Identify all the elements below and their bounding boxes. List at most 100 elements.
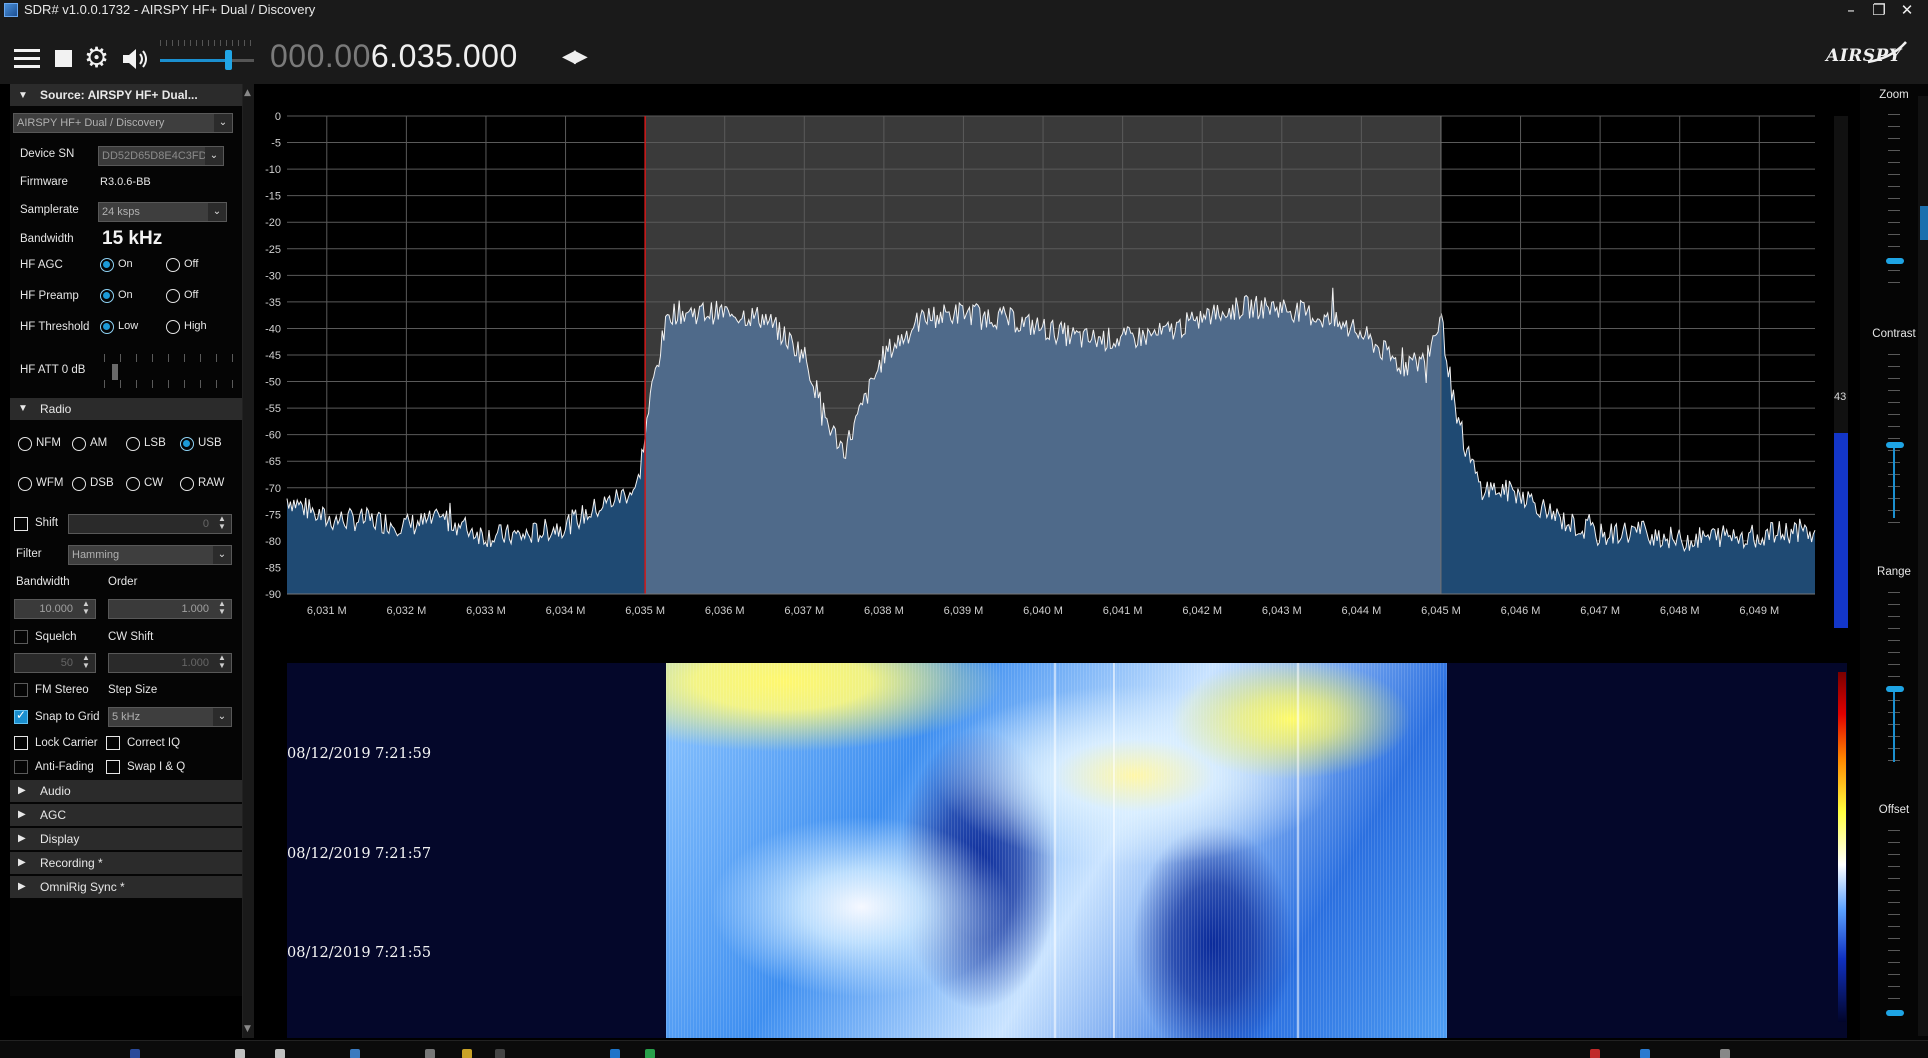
filter-select[interactable]: Hamming ⌄	[68, 545, 232, 565]
tuning-arrows-icon[interactable]: ◀▶	[562, 46, 588, 67]
cw-shift-input[interactable]: 1.000 ▲ ▼	[108, 653, 232, 673]
display-section-header[interactable]: ▶ Display	[10, 828, 243, 850]
taskbar-app-icon[interactable]	[495, 1049, 505, 1058]
hf-agc-on-radio[interactable]	[100, 258, 114, 272]
mode-lsb-label: LSB	[144, 437, 166, 449]
taskbar-app-icon[interactable]	[462, 1049, 472, 1058]
stop-icon[interactable]	[55, 50, 72, 67]
x-tick-label: 6,047 M	[1580, 605, 1620, 617]
radio-section-header[interactable]: ▼ Radio	[10, 398, 243, 420]
spinner-arrows-icon[interactable]: ▲ ▼	[215, 654, 229, 672]
squelch-input[interactable]: 50 ▲ ▼	[14, 653, 96, 673]
audio-section-header[interactable]: ▶ Audio	[10, 780, 243, 802]
taskbar-app-icon[interactable]	[235, 1049, 245, 1058]
speaker-icon[interactable]	[121, 46, 151, 76]
taskbar-app-icon[interactable]	[645, 1049, 655, 1058]
step-size-label: Step Size	[108, 684, 158, 696]
offset-slider[interactable]	[1886, 830, 1904, 1020]
right-scrollbar[interactable]	[1918, 96, 1928, 1036]
range-knob[interactable]	[1886, 686, 1904, 692]
spinner-arrows-icon[interactable]: ▲ ▼	[79, 654, 93, 672]
mode-lsb-radio[interactable]	[126, 437, 140, 451]
app-icon	[4, 3, 18, 17]
frequency-leading-digits[interactable]: 000.00	[270, 38, 371, 74]
recording-section-header[interactable]: ▶ Recording *	[10, 852, 243, 874]
y-tick-label: -5	[271, 138, 281, 150]
mode-nfm-radio[interactable]	[18, 437, 32, 451]
waterfall-display[interactable]: 08/12/2019 7:21:59 08/12/2019 7:21:57 08…	[257, 660, 1859, 1040]
x-tick-label: 6,044 M	[1342, 605, 1382, 617]
frequency-value[interactable]: 6.035.000	[371, 38, 518, 74]
hf-agc-off-radio[interactable]	[166, 258, 180, 272]
spinner-arrows-icon[interactable]: ▲ ▼	[79, 600, 93, 618]
shift-checkbox[interactable]	[14, 517, 28, 531]
omnirig-section-header[interactable]: ▶ OmniRig Sync *	[10, 876, 243, 898]
hf-threshold-high-radio[interactable]	[166, 320, 180, 334]
step-size-select[interactable]: 5 kHz ⌄	[108, 707, 232, 727]
fm-stereo-checkbox[interactable]	[14, 683, 28, 697]
volume-thumb[interactable]	[224, 50, 232, 70]
hf-att-slider[interactable]	[104, 354, 234, 388]
spectrum-plot[interactable]: 0 -5 -10 -15 -20 -25 -30 -35 -40 -45 -50 -55 -60 -65 -…	[257, 84, 1859, 657]
correct-iq-checkbox[interactable]	[106, 736, 120, 750]
hf-preamp-off-radio[interactable]	[166, 289, 180, 303]
device-sn-value: DD52D65D8E4C3FD	[102, 150, 207, 162]
mode-wfm-radio[interactable]	[18, 477, 32, 491]
mode-raw-radio[interactable]	[180, 477, 194, 491]
swap-iq-checkbox[interactable]	[106, 760, 120, 774]
scroll-up-icon[interactable]: ▲	[244, 88, 251, 98]
anti-fading-checkbox[interactable]	[14, 760, 28, 774]
hf-att-label: HF ATT 0 dB	[20, 364, 86, 376]
samplerate-select[interactable]: 24 ksps ⌄	[98, 202, 227, 222]
panel-scrollbar[interactable]: ▲ ▼	[242, 84, 254, 1038]
right-scrollbar-thumb[interactable]	[1920, 206, 1928, 240]
range-slider[interactable]	[1886, 592, 1904, 762]
hf-agc-on-label: On	[118, 258, 133, 270]
contrast-slider[interactable]	[1886, 354, 1904, 524]
device-sn-select[interactable]: DD52D65D8E4C3FD ⌄	[98, 146, 224, 166]
hf-threshold-low-radio[interactable]	[100, 320, 114, 334]
zoom-slider[interactable]	[1886, 114, 1904, 284]
gear-icon[interactable]: ⚙	[84, 44, 109, 72]
taskbar-app-icon[interactable]	[1640, 1049, 1650, 1058]
device-select[interactable]: AIRSPY HF+ Dual / Discovery ⌄	[13, 113, 233, 133]
scroll-down-icon[interactable]: ▼	[244, 1024, 251, 1034]
minimize-button[interactable]: –	[1838, 0, 1864, 20]
squelch-checkbox[interactable]	[14, 630, 28, 644]
taskbar-app-icon[interactable]	[1720, 1049, 1730, 1058]
mode-am-radio[interactable]	[72, 437, 86, 451]
spinner-arrows-icon[interactable]: ▲ ▼	[215, 515, 229, 533]
close-button[interactable]: ✕	[1894, 0, 1920, 20]
source-section-header[interactable]: ▼ Source: AIRSPY HF+ Dual...	[10, 84, 243, 106]
taskbar-app-icon[interactable]	[350, 1049, 360, 1058]
taskbar-app-icon[interactable]	[610, 1049, 620, 1058]
lock-carrier-checkbox[interactable]	[14, 736, 28, 750]
mode-cw-radio[interactable]	[126, 477, 140, 491]
offset-knob[interactable]	[1886, 1010, 1904, 1016]
order-input[interactable]: 1.000 ▲ ▼	[108, 599, 232, 619]
spinner-arrows-icon[interactable]: ▲ ▼	[215, 600, 229, 618]
chevron-down-icon: ⌄	[214, 114, 232, 132]
spectrum-analyzer[interactable]: 0 -5 -10 -15 -20 -25 -30 -35 -40 -45 -50 -55 -60 -65 -…	[257, 84, 1859, 657]
snap-to-grid-checkbox[interactable]	[14, 708, 28, 724]
maximize-button[interactable]: ❐	[1866, 0, 1892, 20]
taskbar-app-icon[interactable]	[425, 1049, 435, 1058]
agc-section-header[interactable]: ▶ AGC	[10, 804, 243, 826]
mode-usb-radio[interactable]	[180, 437, 194, 451]
menu-icon[interactable]	[14, 49, 40, 69]
taskbar-app-icon[interactable]	[130, 1049, 140, 1058]
step-size-value: 5 kHz	[112, 711, 141, 723]
hf-preamp-on-radio[interactable]	[100, 289, 114, 303]
mode-dsb-radio[interactable]	[72, 477, 86, 491]
shift-input[interactable]: 0 ▲ ▼	[68, 514, 232, 534]
zoom-knob[interactable]	[1886, 258, 1904, 264]
frequency-display[interactable]: 000.006.035.000	[270, 38, 518, 75]
contrast-knob[interactable]	[1886, 442, 1904, 448]
hf-att-thumb[interactable]	[112, 364, 118, 380]
taskbar-app-icon[interactable]	[1590, 1049, 1600, 1058]
radio-bandwidth-input[interactable]: 10.000 ▲ ▼	[14, 599, 96, 619]
shift-value: 0	[202, 518, 209, 530]
mode-raw-label: RAW	[198, 477, 225, 489]
taskbar-app-icon[interactable]	[275, 1049, 285, 1058]
volume-slider[interactable]	[160, 40, 254, 72]
